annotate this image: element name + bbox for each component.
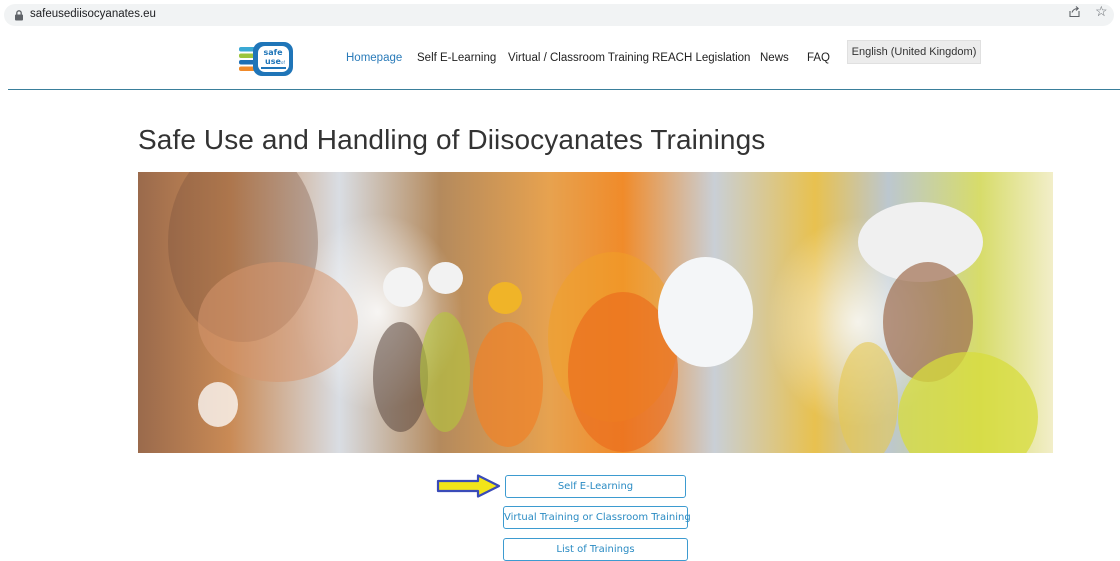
svg-text:of: of: [281, 60, 285, 65]
svg-text:use: use: [265, 57, 281, 66]
nav-faq[interactable]: FAQ: [807, 52, 830, 64]
nav-news[interactable]: News: [760, 52, 789, 64]
url-text[interactable]: safeusediisocyanates.eu: [30, 8, 156, 20]
page-title: Safe Use and Handling of Diisocyanates T…: [138, 124, 766, 155]
hero-shape: [428, 262, 463, 294]
list-of-trainings-button[interactable]: List of Trainings: [503, 538, 688, 561]
nav-reach-legislation[interactable]: REACH Legislation: [652, 52, 750, 64]
hero-shape: [838, 342, 898, 453]
nav-homepage[interactable]: Homepage: [346, 52, 402, 64]
hero-shape: [473, 322, 543, 447]
site-logo[interactable]: safe use of: [239, 41, 297, 78]
star-icon[interactable]: ☆: [1095, 2, 1108, 20]
svg-text:safe: safe: [263, 48, 283, 57]
hero-shape: [383, 267, 423, 307]
virtual-classroom-training-button[interactable]: Virtual Training or Classroom Training: [503, 506, 691, 529]
nav-virtual-classroom-training[interactable]: Virtual / Classroom Training: [508, 52, 649, 64]
hero-shape: [488, 282, 522, 314]
browser-url-bar: safeusediisocyanates.eu ☆: [0, 0, 1120, 30]
hero-shape: [198, 262, 358, 382]
self-e-learning-button[interactable]: Self E-Learning: [505, 475, 686, 498]
hero-shape: [420, 312, 470, 432]
address-bar[interactable]: safeusediisocyanates.eu: [4, 4, 1114, 26]
nav-self-e-learning[interactable]: Self E-Learning: [417, 52, 496, 64]
arrow-right-icon: [436, 474, 501, 498]
hero-banner-image: [138, 172, 1053, 453]
language-selector[interactable]: English (United Kingdom): [847, 40, 981, 64]
hero-shape: [658, 257, 753, 367]
hero-shape: [198, 382, 238, 427]
share-icon[interactable]: [1068, 5, 1081, 18]
lock-icon: [15, 10, 23, 21]
header-divider: [8, 89, 1120, 90]
